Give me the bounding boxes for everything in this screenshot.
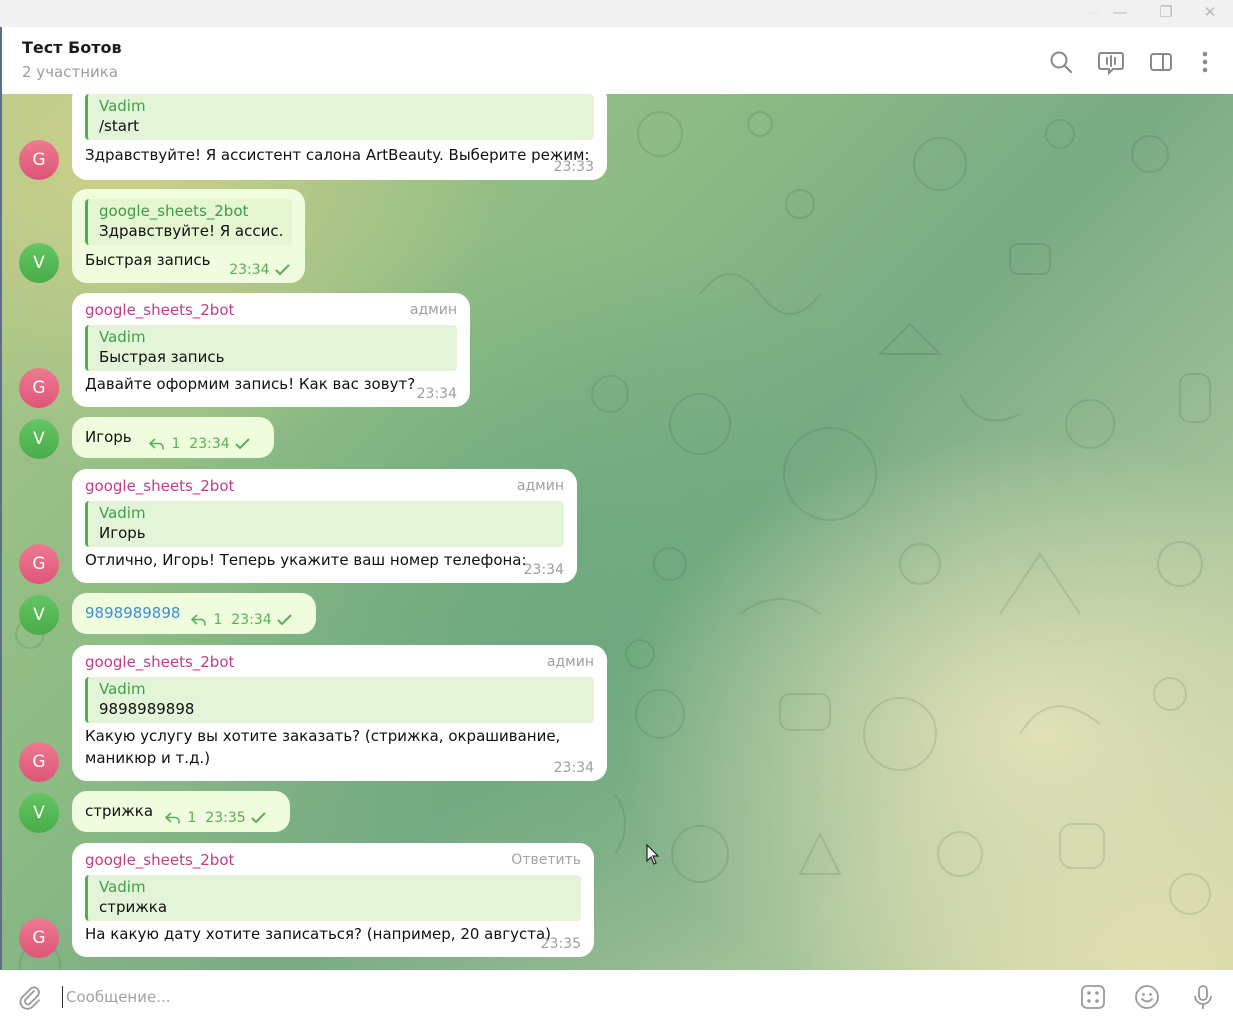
message-time: 23:34 (229, 262, 270, 278)
admin-badge: админ (516, 478, 564, 494)
message-bubble[interactable]: Игорь 1 23:34 (72, 417, 274, 458)
read-check-icon (277, 614, 292, 626)
message-bubble[interactable]: google_sheets_2bot админ Vadim 989898989… (72, 645, 607, 781)
window-left-edge (0, 94, 2, 970)
window-minimize-shadow-button: — (1085, 3, 1101, 21)
message-bubble[interactable]: google_sheets_2bot Ответить Vadim стрижк… (72, 843, 594, 957)
admin-badge: админ (546, 654, 594, 670)
reply-count-icon (149, 438, 164, 450)
message-bubble[interactable]: google_sheets_2bot админ Vadim Игорь Отл… (72, 469, 577, 583)
read-check-icon (275, 264, 290, 276)
window-maximize-button[interactable]: ❐ (1151, 0, 1181, 27)
reply-count-icon (165, 812, 180, 824)
reply-quote[interactable]: Vadim Быстрая запись (85, 325, 457, 371)
reply-quote[interactable]: Vadim стрижка (85, 875, 581, 921)
message-time: 23:35 (540, 936, 581, 952)
read-check-icon (251, 812, 266, 824)
emoji-icon[interactable] (1134, 984, 1160, 1010)
avatar[interactable]: G (19, 140, 59, 180)
avatar[interactable]: V (19, 793, 59, 833)
chat-member-count: 2 участника (22, 63, 119, 81)
chat-title[interactable]: Тест Ботов (22, 38, 122, 57)
message-text: Здравствуйте! Я ассистент салона ArtBeau… (85, 146, 590, 164)
message-text-line-1: Какую услугу вы хотите заказать? (стрижк… (85, 727, 561, 745)
read-check-icon (235, 438, 250, 450)
quote-author: Vadim (99, 504, 146, 522)
reply-count[interactable]: 1 (213, 612, 222, 628)
message-time: 23:34 (231, 612, 272, 628)
message-time: 23:33 (553, 159, 594, 175)
quote-author: Vadim (99, 680, 146, 698)
window-close-button[interactable]: ✕ (1195, 0, 1225, 27)
message-text: Отлично, Игорь! Теперь укажите ваш номер… (85, 551, 527, 569)
quote-text: Здравствуйте! Я ассис... (99, 222, 282, 240)
sender-name[interactable]: google_sheets_2bot (85, 653, 594, 672)
message-input[interactable] (62, 986, 1042, 1008)
reply-count[interactable]: 1 (187, 810, 196, 826)
avatar[interactable]: V (19, 595, 59, 635)
chat-header[interactable]: Тест Ботов 2 участника (0, 27, 1233, 94)
reply-quote[interactable]: Vadim /start (85, 94, 594, 140)
reply-count[interactable]: 1 (171, 436, 180, 452)
message-bubble[interactable]: google_sheets_2bot Здравствуйте! Я ассис… (72, 189, 305, 283)
mouse-pointer-icon (646, 844, 660, 865)
message-time: 23:34 (189, 436, 230, 452)
reply-quote[interactable]: Vadim Игорь (85, 501, 564, 547)
message-time: 23:34 (416, 386, 457, 402)
more-icon[interactable] (1191, 48, 1219, 76)
quote-author: Vadim (99, 97, 146, 115)
reply-quote[interactable]: google_sheets_2bot Здравствуйте! Я ассис… (85, 199, 292, 245)
reply-quote[interactable]: Vadim 9898989898 (85, 677, 594, 723)
quote-text: 9898989898 (99, 700, 195, 718)
message-time: 23:35 (205, 810, 246, 826)
message-text-line-2: маникюр и т.д.) (85, 749, 211, 767)
message-bubble[interactable]: 9898989898 1 23:34 (72, 593, 316, 634)
sidebar-toggle-icon[interactable] (1147, 48, 1175, 76)
sender-name[interactable]: google_sheets_2bot (85, 477, 564, 496)
microphone-icon[interactable] (1190, 984, 1216, 1010)
message-bubble[interactable]: стрижка 1 23:35 (72, 791, 290, 832)
chat-message-area[interactable]: Vadim /start Здравствуйте! Я ассистент с… (0, 94, 1233, 970)
message-meta: 1 23:34 (191, 612, 294, 628)
attach-icon[interactable] (17, 984, 43, 1010)
quote-author: Vadim (99, 328, 146, 346)
avatar[interactable]: G (19, 368, 59, 408)
message-time: 23:34 (523, 562, 564, 578)
reply-count-icon (191, 614, 206, 626)
avatar[interactable]: V (19, 243, 59, 283)
bot-commands-icon[interactable] (1080, 984, 1106, 1010)
search-icon[interactable] (1047, 48, 1075, 76)
quote-text: /start (99, 117, 139, 135)
quote-author: google_sheets_2bot (99, 202, 249, 220)
message-bubble[interactable]: Vadim /start Здравствуйте! Я ассистент с… (72, 94, 607, 180)
sender-name[interactable]: google_sheets_2bot (85, 851, 581, 870)
avatar[interactable]: G (19, 918, 59, 958)
window-minimize-button[interactable]: — (1105, 0, 1135, 27)
quote-text: стрижка (99, 898, 168, 916)
admin-badge: админ (409, 302, 457, 318)
voice-chat-icon[interactable] (1097, 48, 1125, 76)
avatar[interactable]: G (19, 544, 59, 584)
avatar[interactable]: G (19, 742, 59, 782)
message-meta: 23:34 (229, 262, 292, 278)
avatar[interactable]: V (19, 419, 59, 459)
quote-text: Игорь (99, 524, 146, 542)
quote-author: Vadim (99, 878, 146, 896)
message-meta: 1 23:34 (149, 436, 252, 452)
quote-text: Быстрая запись (99, 348, 225, 366)
message-composer[interactable] (0, 970, 1233, 1023)
message-bubble[interactable]: google_sheets_2bot админ Vadim Быстрая з… (72, 293, 470, 407)
message-meta: 1 23:35 (165, 810, 268, 826)
message-text: На какую дату хотите записаться? (наприм… (85, 925, 551, 943)
message-time: 23:34 (553, 760, 594, 776)
reply-action-button[interactable]: Ответить (511, 852, 581, 868)
sender-name[interactable]: google_sheets_2bot (85, 301, 457, 320)
message-text: Давайте оформим запись! Как вас зовут? (85, 375, 416, 393)
window-titlebar: — — ❐ ✕ (0, 0, 1233, 27)
